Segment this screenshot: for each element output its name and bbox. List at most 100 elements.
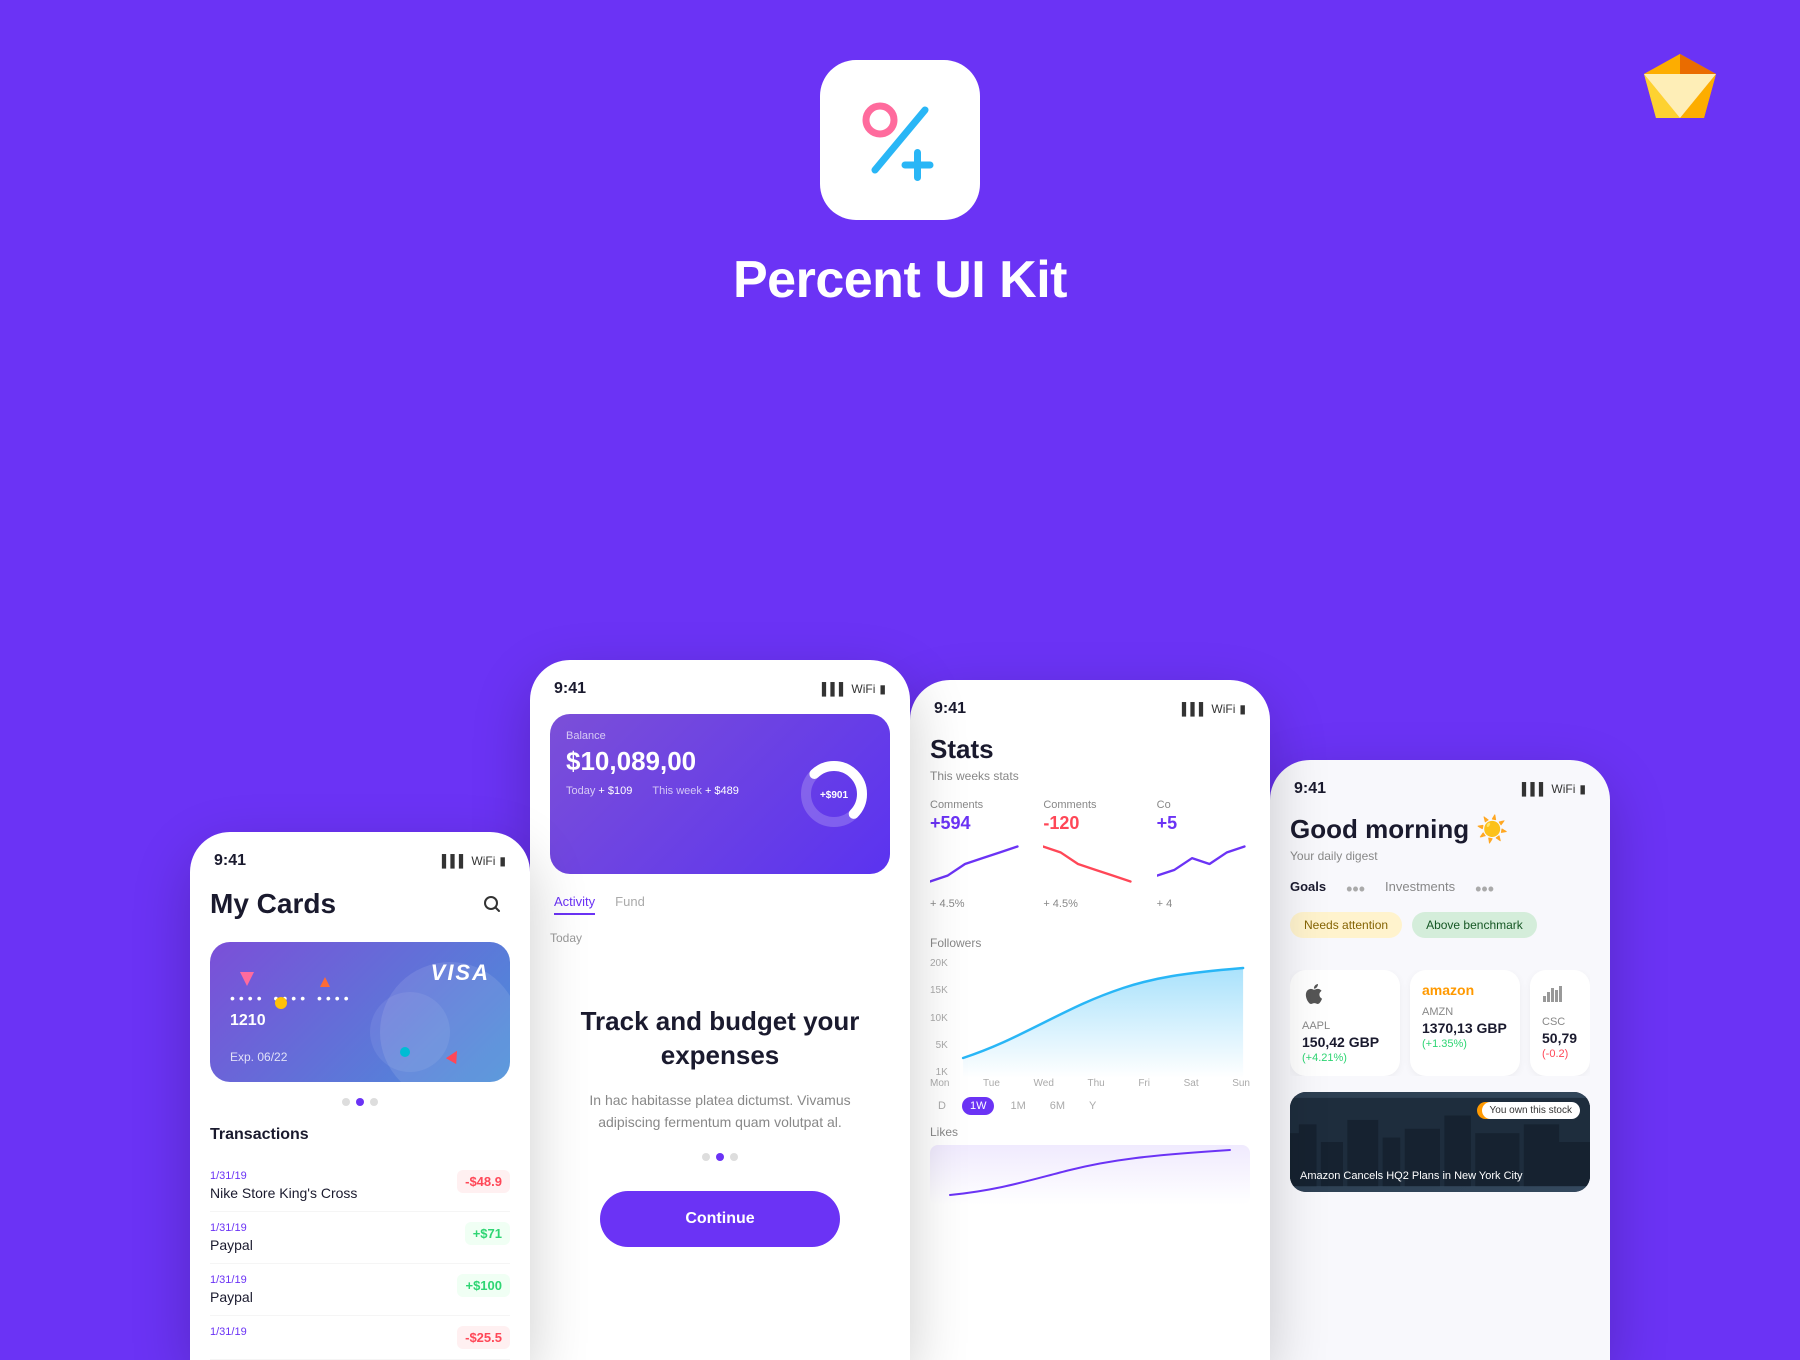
period-tab-y[interactable]: Y [1081, 1097, 1104, 1115]
trans-amount: +$71 [465, 1222, 510, 1245]
phone3-time: 9:41 [934, 700, 966, 718]
promo-dot-1[interactable] [702, 1153, 710, 1161]
likes-chart [930, 1145, 1250, 1205]
battery-icon: ▮ [1239, 702, 1246, 716]
dot-3[interactable] [370, 1098, 378, 1106]
stats-item-1: Comments +594 + 4.5% [930, 799, 1023, 926]
stock-symbol-csc: CSC [1542, 1016, 1578, 1028]
attention-badge: Needs attention [1290, 912, 1402, 938]
x-label: Fri [1138, 1078, 1150, 1089]
y-label: 15K [930, 985, 948, 996]
phone1-status-bar: 9:41 ▌▌▌ WiFi ▮ [210, 852, 510, 870]
promo-title: Track and budget your expenses [570, 1005, 870, 1073]
x-label: Sun [1232, 1078, 1250, 1089]
app-icon [820, 60, 980, 220]
stats-value-1: +594 [930, 813, 1023, 834]
stats-percent-3: + 4 [1157, 898, 1250, 910]
amzn-logo: amazon [1422, 982, 1508, 998]
promo-dot-3[interactable] [730, 1153, 738, 1161]
news-title: Amazon Cancels HQ2 Plans in New York Cit… [1300, 1170, 1580, 1182]
y-label: 5K [930, 1040, 948, 1051]
period-tab-1m[interactable]: 1M [1002, 1097, 1033, 1115]
gm-title: Good morning ☀️ [1290, 814, 1590, 845]
phone1-header: My Cards [210, 886, 510, 922]
news-badge-own: You own this stock [1482, 1102, 1580, 1119]
phone2-tabs: Activity Fund [550, 894, 890, 915]
table-row: 1/31/19 Paypal +$71 [210, 1212, 510, 1264]
period-tab-6m[interactable]: 6M [1042, 1097, 1073, 1115]
card-brand: VISA [431, 960, 490, 986]
battery-icon: ▮ [1579, 782, 1586, 796]
trans-name: Paypal [210, 1237, 253, 1253]
stats-label-2: Comments [1043, 799, 1136, 811]
signal-icon: ▌▌▌ [822, 682, 848, 696]
followers-label: Followers [930, 936, 1250, 950]
signal-icon: ▌▌▌ [442, 854, 468, 868]
donut-chart: +$901 [794, 754, 874, 834]
signal-icon: ▌▌▌ [1522, 782, 1548, 796]
y-label: 1K [930, 1067, 948, 1078]
table-row: 1/31/19 Nike Store King's Cross -$48.9 [210, 1160, 510, 1212]
badges-row: Needs attention Above benchmark [1290, 912, 1590, 954]
phone4-time: 9:41 [1294, 780, 1326, 798]
period-tabs: D 1W 1M 6M Y [930, 1097, 1250, 1115]
stock-symbol-aapl: AAPL [1302, 1020, 1388, 1032]
stock-card-amzn[interactable]: amazon AMZN 1370,13 GBP (+1.35%) [1410, 970, 1520, 1076]
stocks-row: AAPL 150,42 GBP (+4.21%) amazon AMZN 137… [1290, 970, 1590, 1076]
balance-today: Today + $109 [566, 785, 632, 797]
dot-1[interactable] [342, 1098, 350, 1106]
x-axis: Mon Tue Wed Thu Fri Sat Sun [930, 1078, 1250, 1089]
x-label: Sat [1184, 1078, 1199, 1089]
continue-button[interactable]: Continue [600, 1191, 840, 1247]
dot-2-active[interactable] [356, 1098, 364, 1106]
news-card[interactable]: Amazon You own this stock Amazon Cancels… [1290, 1092, 1590, 1192]
stats-percent-1: + 4.5% [930, 898, 1023, 910]
trans-amount: -$48.9 [457, 1170, 510, 1193]
likes-label: Likes [930, 1125, 1250, 1139]
tab-activity[interactable]: Activity [554, 894, 595, 915]
phone1-status-icons: ▌▌▌ WiFi ▮ [442, 854, 506, 868]
phone4-status-bar: 9:41 ▌▌▌ WiFi ▮ [1290, 780, 1590, 798]
gm-tabs: Goals ••• Investments ••• [1290, 879, 1590, 900]
tab-investments[interactable]: Investments [1385, 879, 1455, 900]
credit-card: VISA •••• •••• •••• 1210 Exp. 06/22 [210, 942, 510, 1082]
phone2-status-icons: ▌▌▌ WiFi ▮ [822, 682, 886, 696]
promo-dot-2[interactable] [716, 1153, 724, 1161]
csc-logo [1542, 982, 1578, 1008]
today-label: Today [550, 931, 890, 945]
x-label: Mon [930, 1078, 949, 1089]
stats-grid: Comments +594 + 4.5% Comments -120 + 4. [930, 799, 1250, 926]
promo-dots [702, 1153, 738, 1161]
balance-card: Balance $10,089,00 Today + $109 This wee… [550, 714, 890, 874]
stock-price-amzn: 1370,13 GBP [1422, 1020, 1508, 1036]
trans-date: 1/31/19 [210, 1326, 247, 1338]
phone3-stats: 9:41 ▌▌▌ WiFi ▮ Stats This weeks stats C… [910, 680, 1270, 1360]
period-tab-1w[interactable]: 1W [962, 1097, 995, 1115]
phone3-status-icons: ▌▌▌ WiFi ▮ [1182, 702, 1246, 716]
stats-label-1: Comments [930, 799, 1023, 811]
tab-fund[interactable]: Fund [615, 894, 645, 915]
period-tab-d[interactable]: D [930, 1097, 954, 1115]
sketch-icon [1640, 50, 1720, 120]
battery-icon: ▮ [499, 854, 506, 868]
phones-container: 9:41 ▌▌▌ WiFi ▮ My Cards [0, 660, 1800, 1360]
gm-tab-group: Goals ••• Investments ••• [1290, 879, 1494, 900]
tab-goals[interactable]: Goals [1290, 879, 1326, 900]
phone3-status-bar: 9:41 ▌▌▌ WiFi ▮ [930, 700, 1250, 718]
goals-more-icon[interactable]: ••• [1346, 879, 1365, 900]
y-axis: 20K 15K 10K 5K 1K [930, 958, 948, 1078]
stock-change-amzn: (+1.35%) [1422, 1038, 1508, 1050]
stock-card-aapl[interactable]: AAPL 150,42 GBP (+4.21%) [1290, 970, 1400, 1076]
search-button[interactable] [474, 886, 510, 922]
card-shape-triangle2 [320, 977, 330, 987]
trans-name: Paypal [210, 1289, 253, 1305]
card-dots-nav [210, 1098, 510, 1106]
card-expiry: Exp. 06/22 [230, 1050, 287, 1064]
stock-card-csc[interactable]: CSC 50,79 (-0.2) [1530, 970, 1590, 1076]
promo-desc: In hac habitasse platea dictumst. Vivamu… [570, 1089, 870, 1134]
stock-change-aapl: (+4.21%) [1302, 1052, 1388, 1064]
y-label: 20K [930, 958, 948, 969]
investments-more-icon[interactable]: ••• [1475, 879, 1494, 900]
promo-section: Track and budget your expenses In hac ha… [550, 965, 890, 1267]
stock-price-aapl: 150,42 GBP [1302, 1034, 1388, 1050]
